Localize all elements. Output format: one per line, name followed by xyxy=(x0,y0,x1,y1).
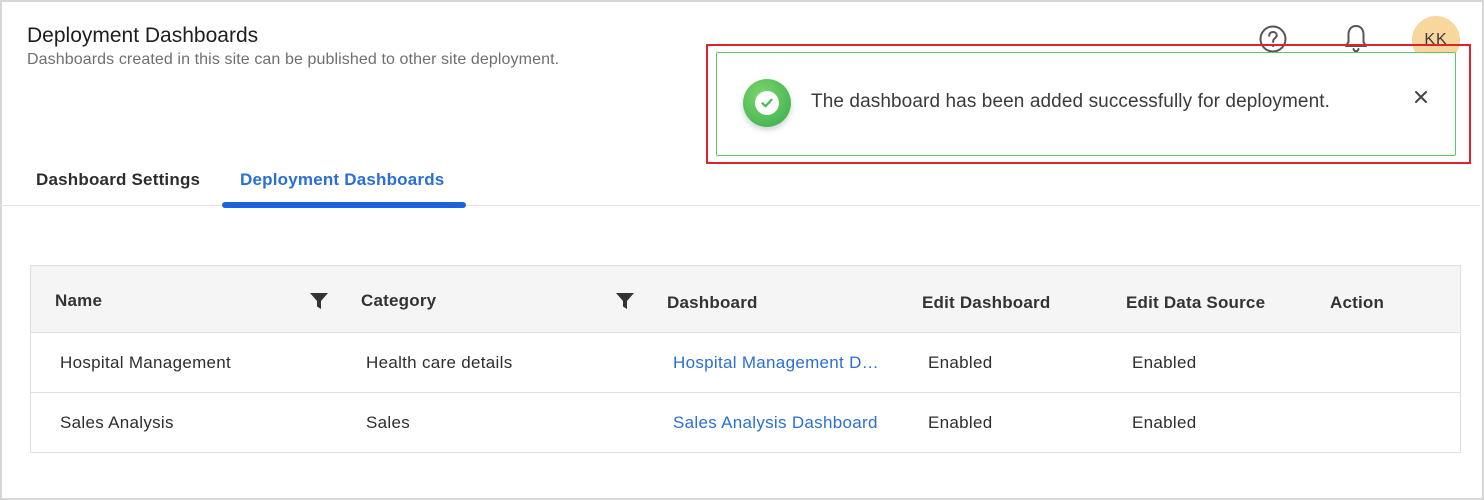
dashboard-link[interactable]: Hospital Management Dashboard xyxy=(673,353,885,373)
close-icon[interactable] xyxy=(1411,87,1431,107)
cell-category: Sales xyxy=(366,413,411,432)
column-header-name[interactable]: Name xyxy=(55,291,102,311)
column-header-category[interactable]: Category xyxy=(361,291,436,311)
cell-name: Sales Analysis xyxy=(60,413,174,432)
deployment-table: Name Category Dashboard Edit Dashboard E… xyxy=(30,265,1461,453)
column-header-edit-dashboard[interactable]: Edit Dashboard xyxy=(922,293,1050,313)
page-subtitle: Dashboards created in this site can be p… xyxy=(27,51,560,68)
filter-icon[interactable] xyxy=(616,293,634,309)
column-header-edit-data-source[interactable]: Edit Data Source xyxy=(1126,293,1265,313)
filter-icon[interactable] xyxy=(310,293,328,309)
table-row: Hospital Management Health care details … xyxy=(31,333,1460,393)
cell-edit-dashboard: Enabled xyxy=(928,413,993,432)
page-title: Deployment Dashboards xyxy=(27,24,259,47)
dashboard-link[interactable]: Sales Analysis Dashboard xyxy=(673,413,881,433)
column-header-dashboard[interactable]: Dashboard xyxy=(667,293,758,313)
cell-category: Health care details xyxy=(366,353,513,372)
tab-bar: Dashboard Settings Deployment Dashboards xyxy=(0,160,1480,208)
cell-edit-data-source: Enabled xyxy=(1132,413,1197,432)
column-header-action: Action xyxy=(1330,293,1385,312)
cell-edit-dashboard: Enabled xyxy=(928,353,993,372)
active-tab-indicator xyxy=(222,202,466,208)
toast-message: The dashboard has been added successfull… xyxy=(811,91,1331,112)
success-toast: The dashboard has been added successfull… xyxy=(716,52,1456,156)
cell-name: Hospital Management xyxy=(60,353,232,372)
check-circle-icon xyxy=(743,79,791,127)
tab-dashboard-settings[interactable]: Dashboard Settings xyxy=(36,170,200,190)
cell-edit-data-source: Enabled xyxy=(1132,353,1197,372)
table-header: Name Category Dashboard Edit Dashboard E… xyxy=(31,266,1460,333)
tab-deployment-dashboards[interactable]: Deployment Dashboards xyxy=(240,170,444,190)
table-row: Sales Analysis Sales Sales Analysis Dash… xyxy=(31,393,1460,452)
